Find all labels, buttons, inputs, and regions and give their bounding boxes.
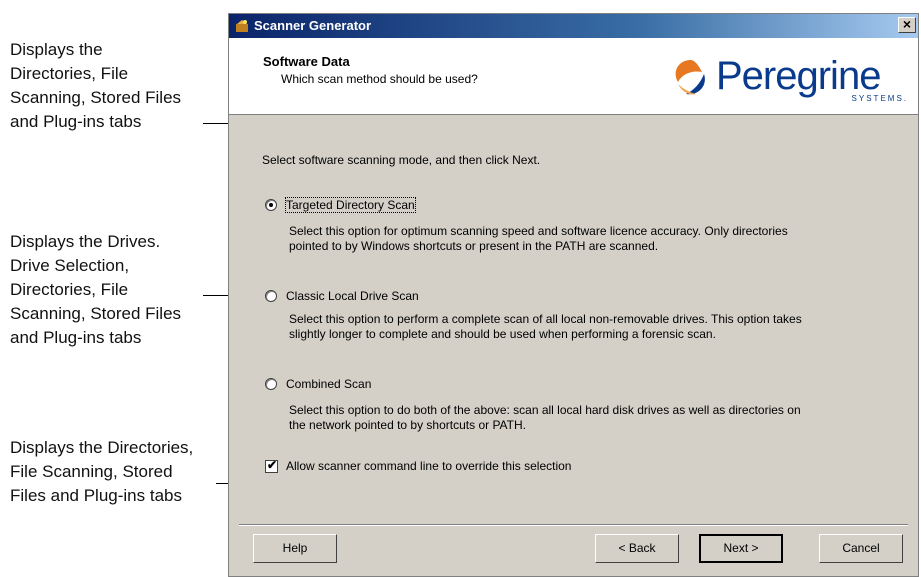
peregrine-swirl-icon xyxy=(675,60,705,95)
callout-line: File Scanning, Stored xyxy=(10,462,173,481)
combined-scan-description: Select this option to do both of the abo… xyxy=(289,403,801,432)
peregrine-logo: Peregrine SYSTEMS. xyxy=(670,52,910,108)
classic-scan-description: Select this option to perform a complete… xyxy=(289,312,802,341)
targeted-scan-description: Select this option for optimum scanning … xyxy=(289,224,788,253)
window-title: Scanner Generator xyxy=(254,18,372,33)
callout-line: and Plug-ins tabs xyxy=(10,112,142,131)
callout-line: Displays the Directories, xyxy=(10,438,194,457)
callout-line: Files and Plug-ins tabs xyxy=(10,486,182,505)
page-title: Software Data xyxy=(263,54,350,69)
logo-subtext: SYSTEMS. xyxy=(851,94,908,103)
override-checkbox[interactable]: ✔ xyxy=(265,458,278,473)
combined-scan-radio[interactable] xyxy=(265,378,277,390)
callout-line: Directories, File xyxy=(10,280,129,299)
callout-line: Scanning, Stored Files xyxy=(10,88,182,107)
callout-classic: Displays the Drives. Drive Selection, Di… xyxy=(10,230,181,350)
title-bar[interactable]: Scanner Generator × xyxy=(229,14,918,38)
button-separator xyxy=(239,524,908,526)
callout-line: Scanning, Stored Files xyxy=(10,304,182,323)
callout-line: Drive Selection, xyxy=(10,256,130,275)
override-checkbox-label[interactable]: Allow scanner command line to override t… xyxy=(286,459,571,473)
targeted-scan-radio[interactable] xyxy=(265,199,277,211)
combined-scan-label[interactable]: Combined Scan xyxy=(286,377,371,391)
cancel-button[interactable]: Cancel xyxy=(819,534,903,563)
logo-wordmark: Peregrine xyxy=(716,54,881,98)
back-button[interactable]: < Back xyxy=(595,534,679,563)
wizard-header: Software Data Which scan method should b… xyxy=(229,38,918,115)
classic-scan-label[interactable]: Classic Local Drive Scan xyxy=(286,289,419,303)
scanner-app-icon xyxy=(236,20,248,32)
close-button[interactable]: × xyxy=(898,17,916,33)
callout-combined: Displays the Directories, File Scanning,… xyxy=(10,436,193,508)
callout-line: Directories, File xyxy=(10,64,129,83)
callout-line: and Plug-ins tabs xyxy=(10,328,142,347)
targeted-scan-label[interactable]: Targeted Directory Scan xyxy=(285,197,416,213)
callout-line: Displays the Drives. xyxy=(10,232,161,251)
scanner-generator-window: Scanner Generator × Software Data Which … xyxy=(228,13,919,577)
help-button[interactable]: Help xyxy=(253,534,337,563)
next-button[interactable]: Next > xyxy=(699,534,783,563)
page-subtitle: Which scan method should be used? xyxy=(281,72,478,86)
callout-line: Displays the xyxy=(10,40,103,59)
checkmark-icon: ✔ xyxy=(267,458,278,472)
classic-scan-radio[interactable] xyxy=(265,290,277,302)
instruction-text: Select software scanning mode, and then … xyxy=(262,153,541,167)
callout-targeted: Displays the Directories, File Scanning,… xyxy=(10,38,181,134)
